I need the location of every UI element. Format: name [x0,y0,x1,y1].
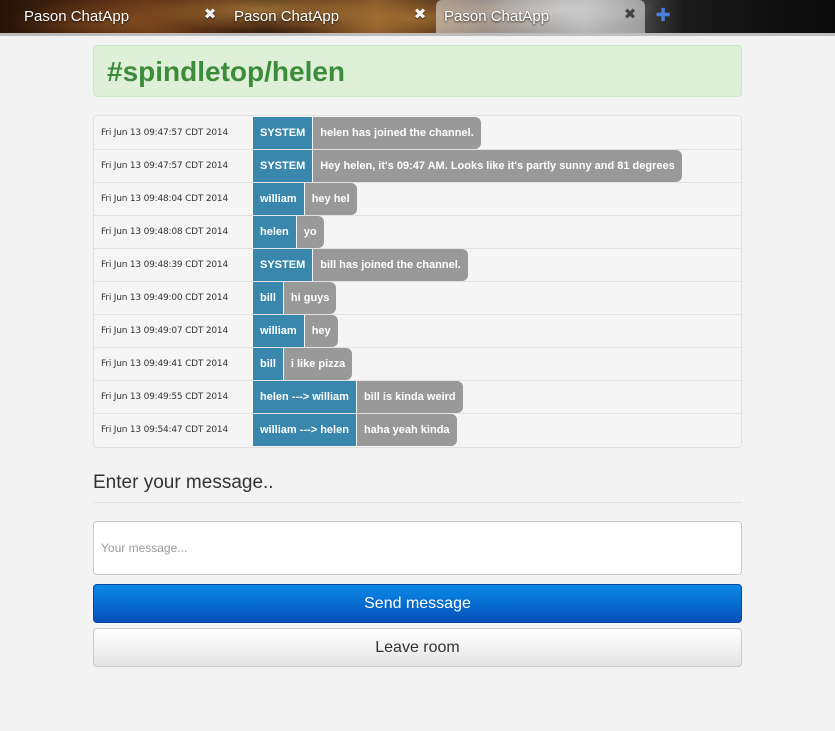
message-user-badge: SYSTEM [253,249,313,281]
tab-bar-divider [0,33,835,36]
message-text: helen has joined the channel. [313,116,481,149]
message-timestamp: Fri Jun 13 09:48:04 CDT 2014 [101,194,228,204]
message-timestamp: Fri Jun 13 09:49:00 CDT 2014 [101,293,228,303]
message-text: Hey helen, it's 09:47 AM. Looks like it'… [313,150,682,182]
message-text: hey [304,315,338,347]
composer-heading: Enter your message.. [93,472,274,493]
tab-title: Pason ChatApp [24,8,130,25]
message-text: haha yeah kinda [356,414,457,446]
message-row: Fri Jun 13 09:48:39 CDT 2014 SYSTEM bill… [94,248,741,281]
browser-tab-active[interactable]: Pason ChatApp [436,0,645,33]
message-list: Fri Jun 13 09:47:57 CDT 2014 SYSTEM hele… [93,115,742,448]
leave-room-button[interactable]: Leave room [93,628,742,667]
message-input[interactable] [93,521,742,575]
message-timestamp: Fri Jun 13 09:47:57 CDT 2014 [101,127,228,138]
message-timestamp: Fri Jun 13 09:49:07 CDT 2014 [101,326,228,336]
channel-title: #spindletop/helen [93,45,742,97]
message-timestamp: Fri Jun 13 09:54:47 CDT 2014 [101,425,228,435]
message-row: Fri Jun 13 09:54:47 CDT 2014 william ---… [94,413,741,446]
browser-tab[interactable]: Pason ChatApp [0,0,225,33]
message-row: Fri Jun 13 09:49:07 CDT 2014 william hey [94,314,741,347]
browser-tab[interactable]: Pason ChatApp [210,0,435,33]
message-user-badge: SYSTEM [253,116,313,149]
message-user-badge: william [253,183,304,215]
message-timestamp: Fri Jun 13 09:49:55 CDT 2014 [101,392,228,402]
composer-divider [93,502,742,503]
message-timestamp: Fri Jun 13 09:49:41 CDT 2014 [101,359,228,369]
message-text: hey hel [304,183,357,215]
message-row: Fri Jun 13 09:48:08 CDT 2014 helen yo [94,215,741,248]
message-timestamp: Fri Jun 13 09:48:08 CDT 2014 [101,227,228,237]
message-user-badge: bill [253,282,283,314]
message-user-badge: william ---> helen [253,414,356,446]
message-text: i like pizza [283,348,353,380]
message-timestamp: Fri Jun 13 09:47:57 CDT 2014 [101,161,228,171]
message-text: hi guys [283,282,337,314]
message-text: bill has joined the channel. [313,249,468,281]
message-text: yo [296,216,324,248]
message-row: Fri Jun 13 09:47:57 CDT 2014 SYSTEM hele… [94,116,741,149]
message-user-badge: william [253,315,304,347]
close-tab-icon[interactable]: ✖ [623,7,637,22]
message-row: Fri Jun 13 09:47:57 CDT 2014 SYSTEM Hey … [94,149,741,182]
send-message-button[interactable]: Send message [93,584,742,623]
message-row: Fri Jun 13 09:49:00 CDT 2014 bill hi guy… [94,281,741,314]
browser-tab-bar: Pason ChatApp Pason ChatApp Pason ChatAp… [0,0,835,33]
close-tab-icon[interactable]: ✖ [413,7,427,22]
message-timestamp: Fri Jun 13 09:48:39 CDT 2014 [101,260,228,270]
message-user-badge: bill [253,348,283,380]
close-tab-icon[interactable]: ✖ [203,7,217,22]
message-row: Fri Jun 13 09:49:41 CDT 2014 bill i like… [94,347,741,380]
message-row: Fri Jun 13 09:49:55 CDT 2014 helen ---> … [94,380,741,413]
tab-title: Pason ChatApp [444,8,550,25]
message-user-badge: SYSTEM [253,150,313,182]
tab-title: Pason ChatApp [234,8,340,25]
message-user-badge: helen [253,216,296,248]
new-tab-icon[interactable]: ✚ [654,6,672,24]
message-user-badge: helen ---> william [253,381,356,413]
message-row: Fri Jun 13 09:48:04 CDT 2014 william hey… [94,182,741,215]
message-text: bill is kinda weird [356,381,463,413]
